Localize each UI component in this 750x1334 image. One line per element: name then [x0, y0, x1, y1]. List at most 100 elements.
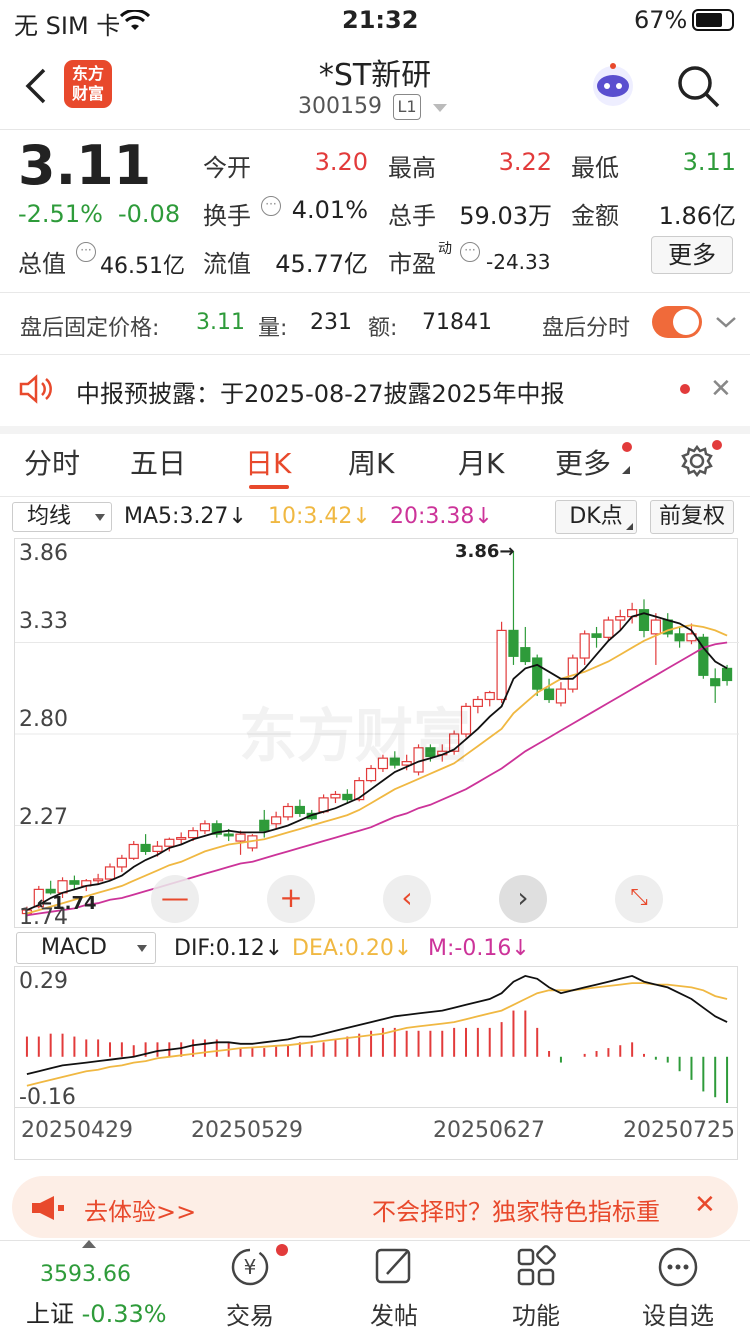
indicator-select[interactable]: MACD [16, 932, 156, 964]
search-icon[interactable] [676, 64, 722, 110]
indicator-label: MACD [41, 935, 107, 960]
candle [187, 830, 199, 839]
tab-daily-k[interactable]: 日K [245, 442, 291, 482]
float-label: 流值 [203, 250, 251, 278]
amount-label: 金额 [571, 202, 619, 230]
fullscreen-button[interactable]: ⤡ [615, 875, 663, 923]
carrier: 无 SIM 卡 [14, 12, 121, 40]
promo-cta[interactable]: 去体验>> [84, 1192, 196, 1227]
mktcap-value: 46.51亿 [100, 254, 185, 279]
adjust-button[interactable]: 前复权 [650, 500, 734, 534]
nav-function-label: 功能 [512, 1302, 560, 1330]
date-2: 20250529 [191, 1118, 303, 1143]
pe-value: -24.33 [486, 250, 551, 274]
nav-trade-label: 交易 [226, 1302, 274, 1330]
candle [579, 633, 590, 659]
nav-post[interactable]: 发帖 [334, 1244, 454, 1331]
tab-five-day[interactable]: 五日 [130, 442, 186, 482]
scroll-right-button[interactable]: › [499, 875, 547, 923]
caret-down-icon[interactable] [433, 104, 447, 112]
float-value: 45.77亿 [275, 250, 368, 278]
after-hours-vol: 231 [310, 310, 352, 335]
candle [93, 878, 104, 882]
macd-chart[interactable]: 0.29 -0.16 [14, 966, 738, 1110]
ma-type-label: 均线 [27, 504, 72, 529]
dea-value: DEA:0.20↓ [292, 936, 413, 961]
tab-more-dot [622, 442, 632, 452]
ma-type-select[interactable]: 均线 [12, 502, 112, 532]
candle [721, 667, 733, 682]
candle [69, 880, 80, 885]
ytick-3: 2.80 [19, 707, 68, 732]
trade-icon: ¥ [231, 1248, 269, 1286]
nav-trade[interactable]: ¥ 交易 [190, 1244, 310, 1331]
candle [152, 845, 163, 852]
candle [199, 823, 211, 832]
current-price: 3.11 [18, 134, 152, 197]
tab-monthly-k[interactable]: 月K [458, 442, 504, 482]
after-hours-toggle[interactable] [652, 306, 702, 338]
nav-settings[interactable]: 设自选 [618, 1244, 738, 1331]
nav-function[interactable]: 功能 [476, 1244, 596, 1331]
candle [128, 843, 139, 859]
zoom-in-button[interactable]: + [267, 875, 315, 923]
candle [532, 657, 543, 690]
after-hours-amt-label: 额: [368, 316, 398, 341]
promo-text: 不会择时？独家特色指标重 [372, 1198, 660, 1226]
candle [104, 866, 116, 880]
dk-point-button[interactable]: DK点 [555, 500, 637, 534]
candle [318, 797, 329, 813]
candle [235, 833, 246, 842]
open-label: 今开 [203, 154, 251, 182]
info-icon[interactable]: ··· [261, 196, 281, 216]
candle [484, 691, 495, 701]
grid-icon [517, 1245, 556, 1286]
kline-chart[interactable]: 东方财富 3.86 3.33 2.80 2.27 1.74 3.86→ ←1.7… [14, 538, 739, 930]
level-badge[interactable]: L1 [393, 94, 421, 120]
index-pct: -0.33% [81, 1300, 167, 1328]
after-hours-vol-label: 量: [258, 316, 288, 341]
after-hours-amt: 71841 [422, 310, 492, 335]
candle [330, 793, 341, 799]
tab-indicator [249, 485, 289, 489]
promo-close-icon[interactable]: ✕ [694, 1190, 716, 1220]
nav-settings-label: 设自选 [642, 1302, 714, 1330]
notice-text[interactable]: 中报预披露：于2025-08-27披露2025年中报 [76, 374, 565, 409]
candle [650, 619, 661, 635]
svg-text:¥: ¥ [244, 1255, 257, 1279]
robot-assistant-icon[interactable] [588, 60, 638, 110]
more-button[interactable]: 更多 [651, 236, 733, 274]
min-marker: ←1.74 [37, 893, 97, 914]
info-icon[interactable]: ··· [460, 242, 480, 262]
tab-weekly-k[interactable]: 周K [348, 442, 394, 482]
candle [615, 616, 626, 621]
scroll-left-button[interactable]: ‹ [383, 875, 431, 923]
dea-line [26, 982, 728, 1087]
status-bar: 无 SIM 卡 21:32 67% [0, 0, 750, 44]
index-name[interactable]: 上证 -0.33% [26, 1294, 167, 1329]
index-value[interactable]: 3593.66 [40, 1262, 131, 1287]
amount-value: 1.86亿 [658, 202, 736, 230]
high-value: 3.22 [498, 148, 552, 176]
battery-percent: 67% [634, 6, 688, 34]
settings-gear-icon[interactable] [680, 444, 714, 478]
tab-more[interactable]: 更多 [555, 442, 611, 482]
close-icon[interactable]: ✕ [710, 374, 732, 404]
settings-dot [712, 440, 722, 450]
notice-dot [680, 384, 690, 394]
candle [520, 647, 531, 663]
battery-icon [692, 9, 734, 31]
tab-intraday[interactable]: 分时 [24, 442, 80, 482]
chevron-down-icon[interactable] [714, 314, 738, 330]
candle [342, 793, 353, 801]
clock: 21:32 [342, 6, 419, 34]
zoom-out-button[interactable]: — [151, 875, 199, 923]
speaker-icon [19, 374, 52, 404]
expand-caret-icon[interactable] [82, 1240, 96, 1248]
high-label: 最高 [388, 154, 436, 182]
info-icon[interactable]: ··· [76, 242, 96, 262]
dif-value: DIF:0.12↓ [174, 936, 284, 961]
pe-label: 市盈 [388, 250, 436, 278]
macd-svg [25, 974, 729, 1103]
promo-banner[interactable]: 去体验>> 不会择时？独家特色指标重 ✕ [12, 1176, 738, 1238]
